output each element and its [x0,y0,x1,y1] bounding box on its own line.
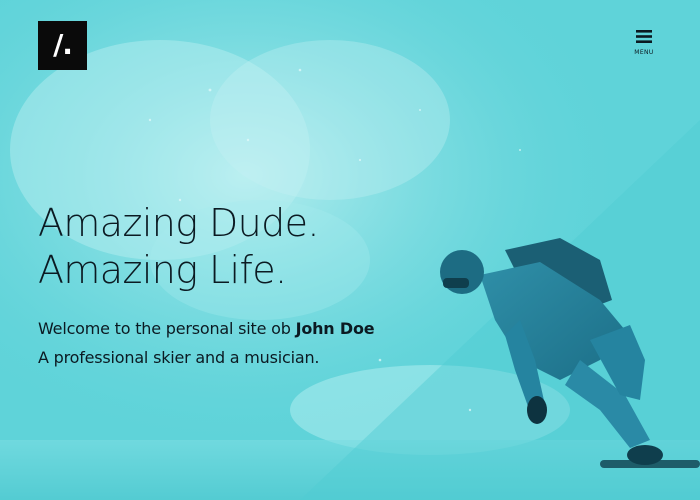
hamburger-icon [636,30,652,43]
hero-section: /. MENU Amazing Dude. Amazing Life. Welc… [0,0,700,500]
hero-headline: Amazing Dude. Amazing Life. [38,200,320,294]
menu-label: MENU [634,49,654,56]
logo-link[interactable]: /. [38,21,87,70]
intro-prefix: Welcome to the personal site ob [38,319,296,338]
intro-description: A professional skier and a musician. [38,348,320,367]
logo-mark: /. [53,27,73,61]
headline-line-2: Amazing Life. [38,248,287,292]
intro-line: Welcome to the personal site ob John Doe [38,314,375,343]
menu-button[interactable]: MENU [628,30,660,64]
owner-name: John Doe [295,319,375,338]
headline-line-1: Amazing Dude. [38,201,320,245]
hero-intro: Welcome to the personal site ob John Doe… [38,314,375,372]
